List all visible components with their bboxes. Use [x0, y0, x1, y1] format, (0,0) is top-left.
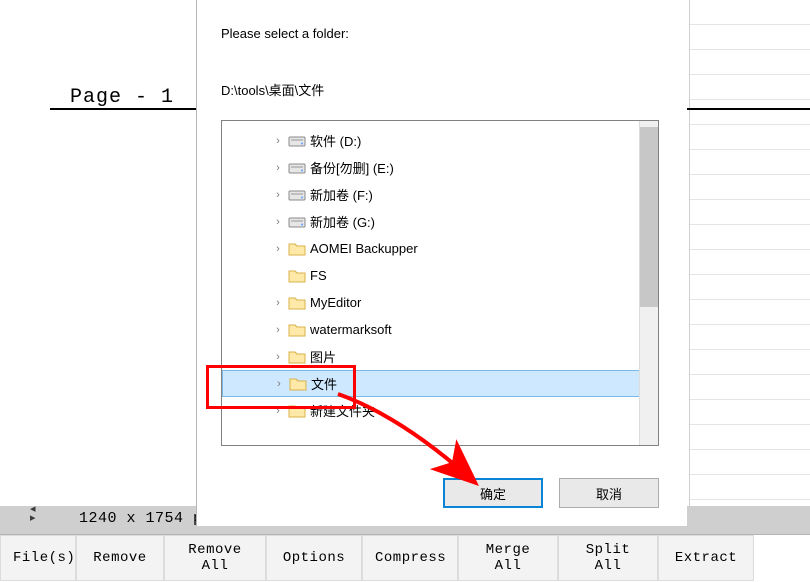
thumbnail-column	[0, 0, 51, 506]
folder-icon	[288, 402, 306, 420]
tree-item[interactable]: › 新加卷 (F:)	[222, 181, 640, 208]
tree-item-label: 图片	[310, 347, 336, 366]
tree-item-label: 软件 (D:)	[310, 131, 361, 150]
dialog-prompt: Please select a folder:	[221, 26, 349, 41]
dialog-current-path: D:\tools\桌面\文件	[221, 80, 324, 99]
files-button[interactable]: File(s)	[0, 535, 76, 581]
tree-item-label: FS	[310, 268, 327, 283]
tree-item[interactable]: FS	[222, 262, 640, 289]
tree-expander-icon[interactable]: ›	[270, 162, 286, 174]
page-dimensions: 1240 x 1754 pt	[79, 510, 212, 527]
tree-item[interactable]: › 图片	[222, 343, 640, 370]
scroll-right-icon: ▸	[30, 514, 48, 523]
ruled-panel	[689, 0, 810, 506]
drive-icon	[288, 159, 306, 177]
split-all-button[interactable]: Split All	[558, 535, 658, 581]
tree-expander-icon[interactable]: ›	[270, 405, 286, 417]
tree-item-label: MyEditor	[310, 295, 361, 310]
tree-item-label: 文件	[311, 374, 337, 393]
tree-item-label: 备份[勿删] (E:)	[310, 158, 394, 177]
folder-icon	[288, 321, 306, 339]
page-title: Page - 1	[70, 86, 174, 109]
tree-expander-icon[interactable]: ›	[270, 324, 286, 336]
folder-icon	[288, 267, 306, 285]
tree-item[interactable]: › 软件 (D:)	[222, 127, 640, 154]
tree-item-label: AOMEI Backupper	[310, 241, 418, 256]
tree-item[interactable]: › 新加卷 (G:)	[222, 208, 640, 235]
drive-icon	[288, 186, 306, 204]
tree-expander-icon[interactable]: ›	[270, 135, 286, 147]
bottom-toolbar: File(s) Remove Remove All Options Compre…	[0, 534, 810, 582]
tree-item[interactable]: › 新建文件夹	[222, 397, 640, 424]
extract-button[interactable]: Extract	[658, 535, 754, 581]
thumbnail-scroll[interactable]: ◂ ▸	[30, 505, 48, 531]
folder-icon	[288, 348, 306, 366]
cancel-button[interactable]: 取消	[559, 478, 659, 508]
tree-expander-icon[interactable]: ›	[270, 243, 286, 255]
tree-item[interactable]: › MyEditor	[222, 289, 640, 316]
tree-item-label: 新加卷 (F:)	[310, 185, 373, 204]
drive-icon	[288, 132, 306, 150]
tree-item-label: 新建文件夹	[310, 401, 375, 420]
tree-expander-icon[interactable]: ›	[270, 351, 286, 363]
drive-icon	[288, 213, 306, 231]
tree-item-label: watermarksoft	[310, 322, 392, 337]
folder-browse-dialog: Please select a folder: D:\tools\桌面\文件 ›…	[196, 0, 687, 526]
tree-expander-icon[interactable]: ›	[270, 297, 286, 309]
tree-expander-icon[interactable]: ›	[270, 189, 286, 201]
remove-button[interactable]: Remove	[76, 535, 164, 581]
tree-item[interactable]: › 备份[勿删] (E:)	[222, 154, 640, 181]
tree-item[interactable]: › watermarksoft	[222, 316, 640, 343]
folder-tree[interactable]: › 软件 (D:) › 备份[勿删] (E:) › 新加卷 (F:) › 新加卷 (G:) › A…	[221, 120, 659, 446]
folder-icon	[288, 294, 306, 312]
scrollbar-thumb[interactable]	[640, 127, 658, 307]
tree-expander-icon[interactable]: ›	[271, 378, 287, 390]
compress-button[interactable]: Compress	[362, 535, 458, 581]
options-button[interactable]: Options	[266, 535, 362, 581]
folder-icon	[289, 375, 307, 393]
merge-all-button[interactable]: Merge All	[458, 535, 558, 581]
tree-item[interactable]: › 文件	[222, 370, 640, 397]
tree-scrollbar[interactable]	[639, 121, 658, 445]
ok-button[interactable]: 确定	[443, 478, 543, 508]
tree-item-label: 新加卷 (G:)	[310, 212, 375, 231]
folder-icon	[288, 240, 306, 258]
remove-all-button[interactable]: Remove All	[164, 535, 266, 581]
tree-expander-icon[interactable]: ›	[270, 216, 286, 228]
tree-item[interactable]: › AOMEI Backupper	[222, 235, 640, 262]
